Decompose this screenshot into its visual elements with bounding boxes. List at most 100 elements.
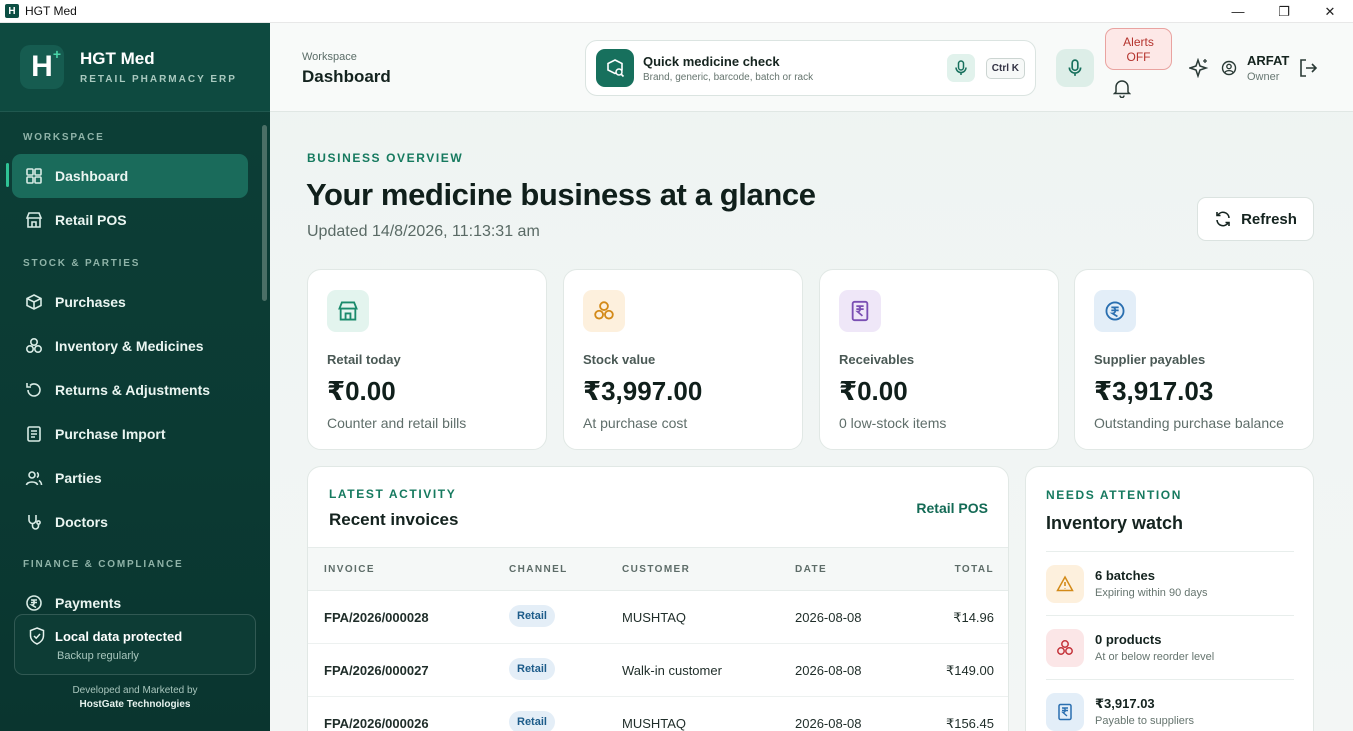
watch-item-title: 6 batches <box>1095 568 1155 583</box>
table-row[interactable]: FPA/2026/000027 Retail Walk-in customer … <box>308 644 1008 697</box>
kpi-label: Stock value <box>583 352 656 367</box>
sidebar-item-inventory[interactable]: Inventory & Medicines <box>12 324 248 368</box>
kpi-card-payables: Supplier payables ₹3,917.03 Outstanding … <box>1074 269 1314 450</box>
active-indicator <box>6 163 9 187</box>
boxes-icon <box>1046 629 1084 667</box>
sidebar-scrollbar[interactable] <box>262 125 267 301</box>
brand-subtitle: RETAIL PHARMACY ERP <box>80 74 237 85</box>
logo-letter: H <box>31 50 53 83</box>
invoice-total: ₹149.00 <box>945 663 994 678</box>
invoice-number: FPA/2026/000028 <box>324 610 429 625</box>
app-icon: H <box>5 4 19 18</box>
table-row[interactable]: FPA/2026/000026 Retail MUSHTAQ 2026-08-0… <box>308 697 1008 731</box>
brand-name: HGT Med <box>80 49 155 68</box>
import-icon <box>25 425 43 443</box>
logout-icon[interactable] <box>1297 57 1319 84</box>
sidebar-item-purchase-import[interactable]: Purchase Import <box>12 412 248 456</box>
watch-item-payables[interactable]: ₹3,917.03 Payable to suppliers <box>1046 679 1294 731</box>
microphone-icon <box>955 60 967 75</box>
sidebar-item-returns[interactable]: Returns & Adjustments <box>12 368 248 412</box>
column-header[interactable]: INVOICE <box>324 564 375 575</box>
nav-section-workspace: WORKSPACE <box>23 132 105 143</box>
invoice-number: FPA/2026/000026 <box>324 716 429 731</box>
credit-company: HostGate Technologies <box>79 699 191 710</box>
refresh-icon <box>1216 211 1230 227</box>
watch-item-subtitle: Payable to suppliers <box>1095 715 1195 727</box>
channel-badge: Retail <box>509 711 555 731</box>
invoice-date: 2026-08-08 <box>795 663 862 678</box>
return-icon <box>25 381 43 399</box>
shield-icon <box>29 627 45 645</box>
column-header[interactable]: TOTAL <box>955 564 994 575</box>
sidebar-item-label: Parties <box>55 470 102 486</box>
sparkle-icon[interactable] <box>1187 57 1209 83</box>
voice-search-button[interactable] <box>946 54 975 82</box>
refresh-button[interactable]: Refresh <box>1197 197 1314 241</box>
overview-headline: Your medicine business at a glance <box>306 177 816 212</box>
watch-item-expiring[interactable]: 6 batches Expiring within 90 days <box>1046 551 1294 615</box>
credit-line-1: Developed and Marketed by <box>72 685 198 696</box>
stethoscope-icon <box>25 513 43 531</box>
brand-logo: H + <box>20 45 64 89</box>
table-row[interactable]: FPA/2026/000028 Retail MUSHTAQ 2026-08-0… <box>308 591 1008 644</box>
channel-badge: Retail <box>509 605 555 627</box>
watch-item-reorder[interactable]: 0 products At or below reorder level <box>1046 615 1294 679</box>
page-title: Dashboard <box>302 67 391 86</box>
sidebar-item-label: Dashboard <box>55 168 129 184</box>
credit: Developed and Marketed by HostGate Techn… <box>0 684 270 712</box>
voice-command-button[interactable] <box>1056 49 1094 87</box>
bell-icon[interactable] <box>1112 78 1132 103</box>
quick-medicine-search[interactable]: Quick medicine check Brand, generic, bar… <box>585 40 1036 96</box>
kpi-subtext: Counter and retail bills <box>327 415 467 431</box>
kpi-value: ₹3,997.00 <box>583 376 703 406</box>
maximize-button[interactable]: ❐ <box>1261 0 1307 23</box>
close-button[interactable]: ✕ <box>1307 0 1353 23</box>
rupee-coin-icon <box>1094 290 1136 332</box>
column-header[interactable]: DATE <box>795 564 827 575</box>
invoice-date: 2026-08-08 <box>795 610 862 625</box>
rupee-coin-icon <box>25 594 43 612</box>
kpi-label: Receivables <box>839 352 915 367</box>
recent-invoices-panel: LATEST ACTIVITY Recent invoices Retail P… <box>307 466 1009 731</box>
sidebar-item-label: Purchase Import <box>55 426 166 442</box>
kpi-value: ₹3,917.03 <box>1094 376 1214 406</box>
kpi-subtext: At purchase cost <box>583 415 688 431</box>
kpi-value: ₹0.00 <box>327 376 396 406</box>
invoice-date: 2026-08-08 <box>795 716 862 731</box>
recent-overline: LATEST ACTIVITY <box>329 487 457 501</box>
user-role: Owner <box>1247 71 1280 83</box>
data-protection-card: Local data protected Backup regularly <box>14 614 256 675</box>
alerts-toggle[interactable]: Alerts OFF <box>1105 28 1172 70</box>
protect-title: Local data protected <box>55 628 183 644</box>
invoice-total: ₹156.45 <box>945 716 994 731</box>
main-content: Workspace Dashboard Quick medicine check… <box>270 23 1353 731</box>
users-icon <box>25 469 43 487</box>
kpi-card-receivables: Receivables ₹0.00 0 low-stock items <box>819 269 1059 450</box>
watch-title: Inventory watch <box>1046 513 1184 533</box>
user-name: ARFAT <box>1247 53 1290 68</box>
protect-subtitle: Backup regularly <box>57 650 139 662</box>
sidebar-item-purchases[interactable]: Purchases <box>12 280 248 324</box>
kpi-subtext: 0 low-stock items <box>839 415 947 431</box>
sidebar-item-parties[interactable]: Parties <box>12 456 248 500</box>
customer-name: Walk-in customer <box>622 663 722 678</box>
sidebar-item-retail-pos[interactable]: Retail POS <box>12 198 248 242</box>
minimize-button[interactable]: — <box>1215 0 1261 23</box>
store-icon <box>327 290 369 332</box>
column-header[interactable]: CUSTOMER <box>622 564 690 575</box>
watch-overline: NEEDS ATTENTION <box>1046 488 1183 502</box>
sidebar-item-doctors[interactable]: Doctors <box>12 500 248 544</box>
quick-search-subtitle: Brand, generic, barcode, batch or rack <box>643 71 814 83</box>
box-icon <box>25 293 43 311</box>
watch-item-title: ₹3,917.03 <box>1095 696 1155 711</box>
customer-name: MUSHTAQ <box>622 716 687 731</box>
window-titlebar: H HGT Med — ❐ ✕ <box>0 0 1353 23</box>
nav-section-stock: STOCK & PARTIES <box>23 258 141 269</box>
retail-pos-link[interactable]: Retail POS <box>916 500 988 516</box>
channel-badge: Retail <box>509 658 555 680</box>
workspace-label: Workspace <box>302 51 357 63</box>
column-header[interactable]: CHANNEL <box>509 564 568 575</box>
sidebar-item-dashboard[interactable]: Dashboard <box>12 154 248 198</box>
kpi-value: ₹0.00 <box>839 376 908 406</box>
window-title: HGT Med <box>25 4 77 18</box>
